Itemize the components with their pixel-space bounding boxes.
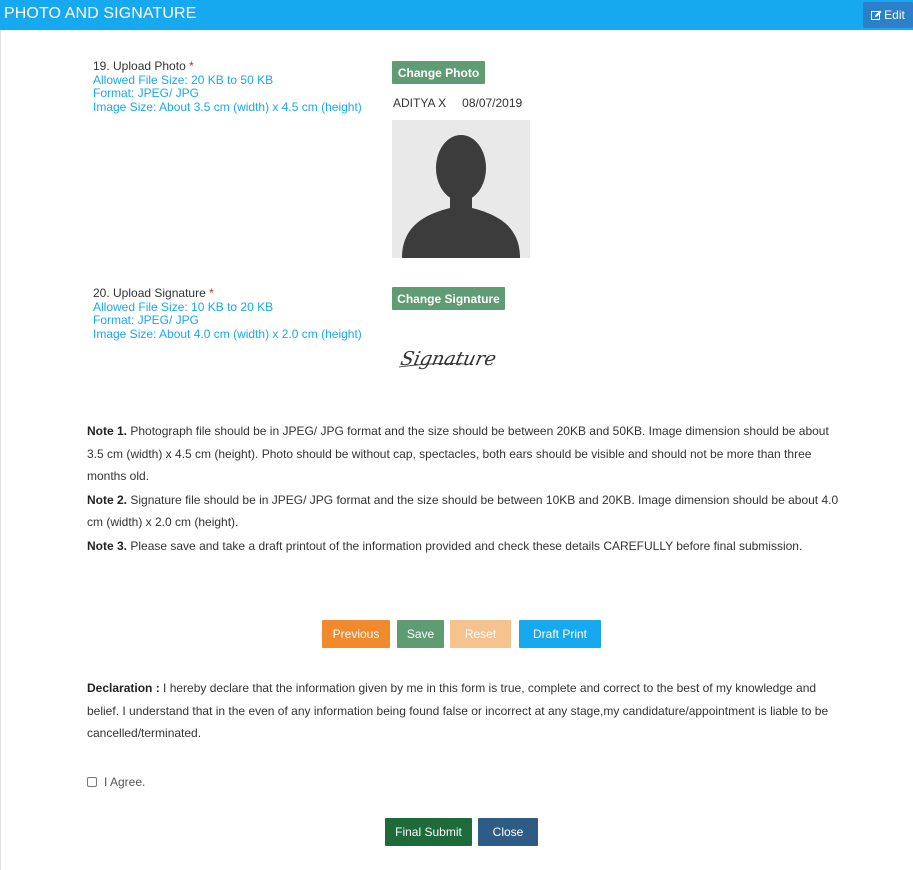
edit-icon [871, 10, 882, 20]
required-mark: * [189, 59, 194, 73]
agree-row[interactable]: I Agree. [87, 775, 145, 789]
signature-dimension-hint: Image Size: About 4.0 cm (width) x 2.0 c… [93, 326, 362, 341]
draft-print-button[interactable]: Draft Print [519, 620, 601, 648]
agree-checkbox[interactable] [87, 777, 97, 787]
signature-format-hint: Format: JPEG/ JPG [93, 313, 200, 327]
candidate-name: ADITYA X [393, 96, 447, 110]
photo-date: 08/07/2019 [462, 96, 523, 110]
signature-size-hint: Allowed File Size: 10 KB to 20 KB [93, 299, 274, 314]
note-2: Note 2. Signature file should be in JPEG… [87, 489, 847, 534]
final-submit-button[interactable]: Final Submit [385, 818, 472, 846]
save-button[interactable]: Save [397, 620, 444, 648]
change-signature-button[interactable]: Change Signature [392, 287, 505, 310]
signature-field-info: 20. Upload Signature * Allowed File Size… [93, 286, 362, 341]
note-text: Photograph file should be in JPEG/ JPG f… [87, 424, 829, 483]
note-title: Note 1. [87, 424, 128, 438]
panel-border [0, 30, 1, 870]
edit-label: Edit [884, 8, 905, 22]
note-title: Note 2. [87, 492, 128, 507]
person-silhouette-icon [392, 120, 530, 258]
edit-button[interactable]: Edit [863, 2, 913, 28]
note-title: Note 3. [87, 538, 128, 553]
photo-size-hint: Allowed File Size: 20 KB to 50 KB [93, 72, 274, 87]
reset-button[interactable]: Reset [450, 620, 511, 648]
change-photo-button[interactable]: Change Photo [392, 61, 485, 84]
photo-dimension-hint: Image Size: About 3.5 cm (width) x 4.5 c… [93, 99, 362, 114]
photo-field-info: 19. Upload Photo * Allowed File Size: 20… [93, 59, 362, 114]
previous-button[interactable]: Previous [322, 620, 390, 648]
declaration-section: Declaration : I hereby declare that the … [87, 677, 847, 745]
agree-label: I Agree. [104, 775, 146, 789]
section-header: PHOTO AND SIGNATURE Edit [0, 0, 913, 30]
declaration-title: Declaration : [87, 681, 160, 695]
note-text: Signature file should be in JPEG/ JPG fo… [87, 492, 839, 530]
note-text: Please save and take a draft printout of… [130, 538, 803, 553]
signature-field-label: 20. Upload Signature [93, 286, 206, 300]
uploaded-signature: Signature [395, 340, 525, 375]
notes-section: Note 1. Photograph file should be in JPE… [87, 420, 847, 557]
declaration-text: I hereby declare that the information gi… [87, 681, 829, 740]
note-1: Note 1. Photograph file should be in JPE… [87, 420, 847, 488]
photo-meta: ADITYA X 08/07/2019 [393, 96, 522, 110]
signature-image-text: Signature [399, 347, 499, 370]
close-button[interactable]: Close [478, 818, 538, 846]
uploaded-photo [392, 120, 530, 258]
required-mark: * [209, 286, 214, 300]
photo-field-label: 19. Upload Photo [93, 59, 186, 73]
section-title: PHOTO AND SIGNATURE [4, 5, 197, 22]
note-3: Note 3. Please save and take a draft pri… [87, 535, 847, 558]
photo-format-hint: Format: JPEG/ JPG [93, 86, 200, 100]
